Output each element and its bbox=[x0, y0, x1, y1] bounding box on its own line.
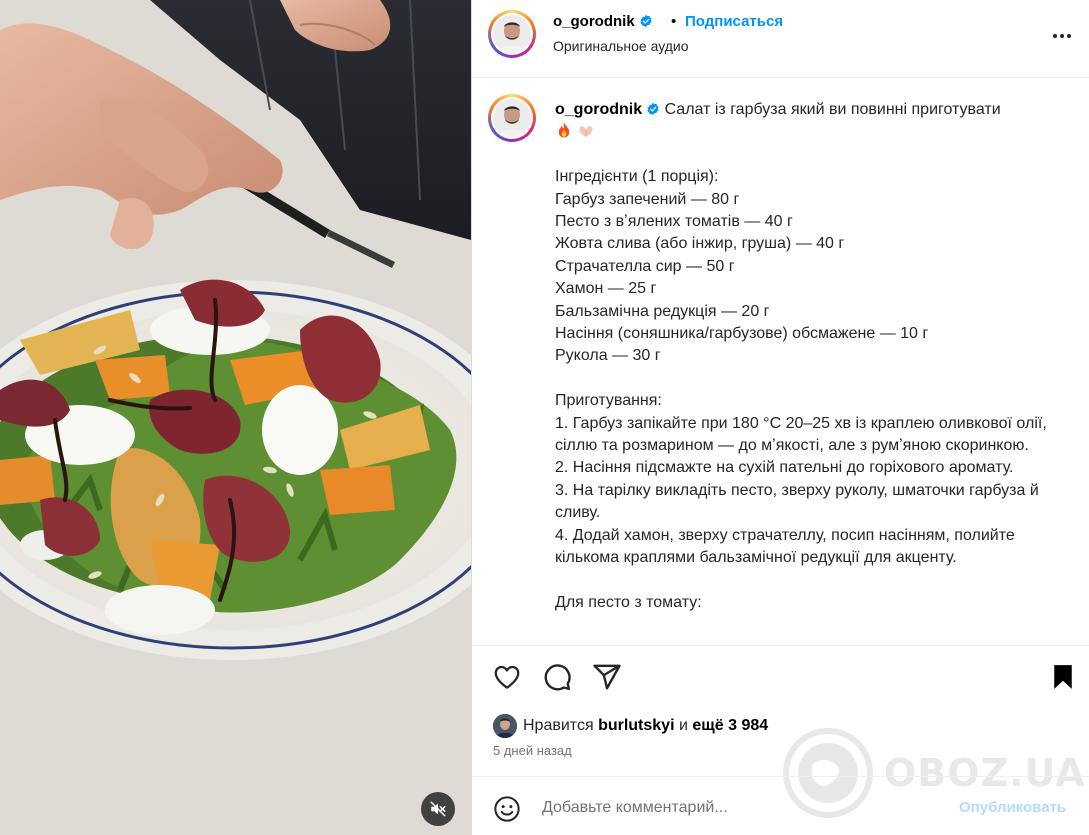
caption-author-avatar[interactable] bbox=[488, 94, 536, 142]
original-audio-link[interactable]: Оригинальное аудио bbox=[553, 38, 689, 54]
emoji-smiley-icon[interactable] bbox=[493, 795, 521, 823]
post-video[interactable] bbox=[0, 0, 471, 835]
liker-username[interactable]: burlutskyi bbox=[598, 717, 674, 735]
liker-avatar bbox=[493, 714, 517, 738]
dot-icon bbox=[1067, 34, 1071, 38]
caption-username[interactable]: o_gorodnik bbox=[555, 101, 642, 118]
dot-icon bbox=[1053, 34, 1057, 38]
post-header: o_gorodnik • Подписаться Оригинальное ау… bbox=[472, 0, 1089, 78]
likes-prefix: Нравится bbox=[523, 717, 594, 734]
share-send-icon[interactable] bbox=[592, 662, 622, 692]
ingredient-line: Насіння (соняшника/гарбузове) обсмажене … bbox=[555, 325, 929, 343]
comment-bar: Опубликовать bbox=[472, 776, 1089, 835]
salad-video-frame bbox=[0, 0, 471, 835]
post-date[interactable]: 5 дней назад bbox=[493, 743, 572, 758]
author-avatar[interactable] bbox=[488, 10, 536, 58]
mute-button[interactable] bbox=[421, 792, 455, 826]
publish-button[interactable]: Опубликовать bbox=[959, 799, 1066, 816]
follow-button[interactable]: Подписаться bbox=[685, 13, 783, 30]
ingredient-line: Страчателла сир — 50 г bbox=[555, 257, 735, 275]
caption-title: Салат із гарбуза який ви повинні приготу… bbox=[664, 101, 1001, 118]
chef-portrait-icon bbox=[493, 15, 531, 53]
likes-summary[interactable]: Нравится burlutskyi и ещё 3 984 bbox=[493, 714, 768, 738]
chef-portrait-icon bbox=[493, 99, 531, 137]
author-username[interactable]: o_gorodnik bbox=[553, 13, 653, 30]
ingredient-line: Рукола — 30 г bbox=[555, 347, 661, 365]
likes-count[interactable]: ещё 3 984 bbox=[692, 717, 768, 735]
comment-bubble-icon[interactable] bbox=[542, 662, 572, 692]
step-line: 4. Додай хамон, зверху страчателлу, поси… bbox=[555, 526, 1015, 567]
verified-badge-icon bbox=[640, 14, 652, 28]
likes-and: и bbox=[678, 717, 688, 734]
ingredient-line: Бальзамічна редукція — 20 г bbox=[555, 302, 770, 320]
like-heart-icon[interactable] bbox=[492, 662, 522, 692]
save-bookmark-icon[interactable] bbox=[1048, 662, 1078, 692]
comment-input[interactable] bbox=[542, 796, 942, 820]
more-options-button[interactable] bbox=[1050, 24, 1074, 48]
step-line: 1. Гарбуз запікайте при 180 °C 20–25 хв … bbox=[555, 414, 1047, 455]
ingredient-line: Хамон — 25 г bbox=[555, 280, 657, 298]
verified-badge-icon bbox=[647, 102, 659, 116]
caption-scroll-area[interactable]: o_gorodnik Салат із гарбуза який ви пови… bbox=[472, 79, 1089, 644]
steps-heading: Приготування: bbox=[555, 392, 662, 410]
fire-emoji-icon bbox=[558, 122, 570, 138]
step-line: 2. Насіння підсмажте на сухій пательні д… bbox=[555, 459, 1014, 477]
post-panel: o_gorodnik • Подписаться Оригинальное ау… bbox=[471, 0, 1089, 835]
dot-icon bbox=[1060, 34, 1064, 38]
ingredient-line: Песто з вʼялених томатів — 40 г bbox=[555, 213, 793, 231]
ingredient-line: Гарбуз запечений — 80 г bbox=[555, 190, 740, 208]
ingredient-line: Жовта слива (або інжир, груша) — 40 г bbox=[555, 235, 845, 253]
separator-dot: • bbox=[671, 13, 677, 30]
user-portrait-icon bbox=[493, 714, 517, 738]
post-caption: o_gorodnik Салат із гарбуза який ви пови… bbox=[555, 99, 1055, 614]
heart-hands-emoji-icon bbox=[579, 126, 593, 138]
step-line: 3. На тарілку викладіть песто, зверху ру… bbox=[555, 481, 1039, 522]
speaker-muted-icon bbox=[430, 801, 446, 817]
ingredients-heading: Інгредієнти (1 порція): bbox=[555, 168, 719, 186]
pesto-heading: Для песто з томату: bbox=[555, 593, 702, 611]
